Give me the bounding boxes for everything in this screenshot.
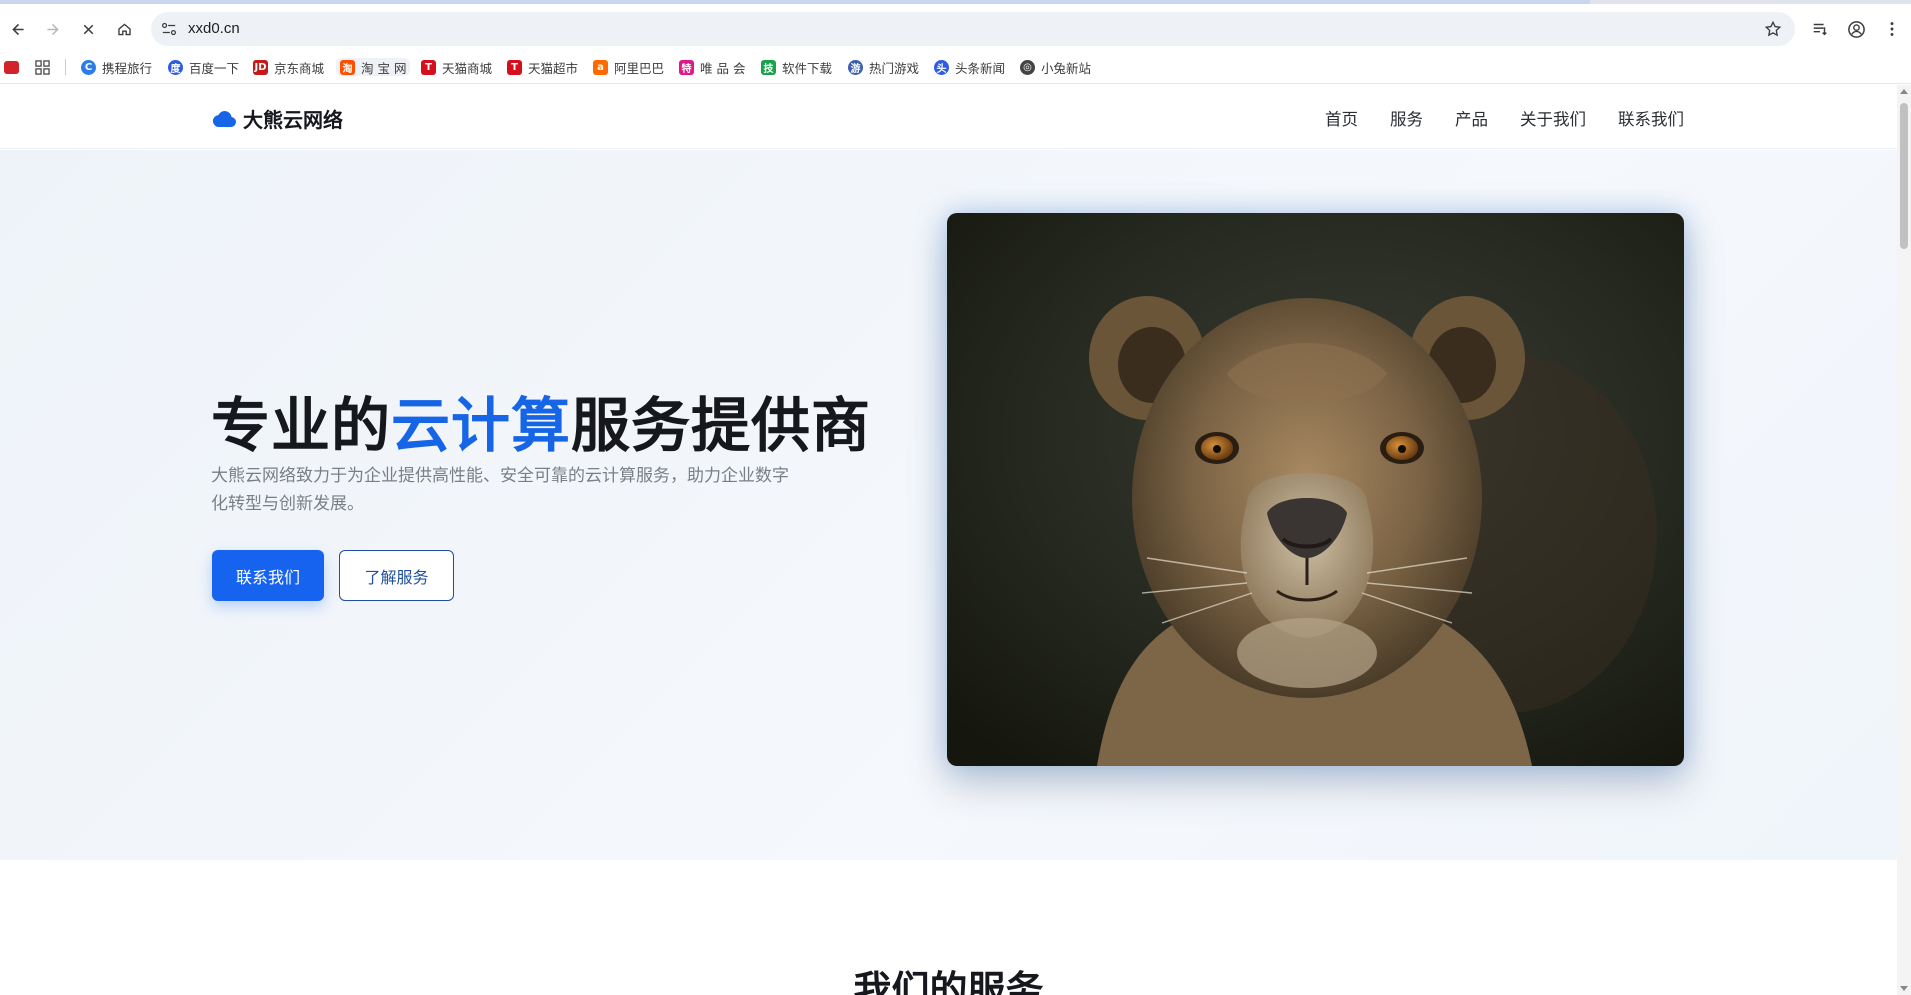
bookmark-label: 阿里巴巴: [614, 60, 665, 76]
nav-home[interactable]: 首页: [1325, 106, 1358, 130]
scroll-up-arrow-icon[interactable]: [1900, 89, 1908, 94]
bookmark-xiaotu[interactable]: ◎ 小兔新站: [1020, 58, 1091, 76]
web-page: 大熊云网络 首页 服务 产品 关于我们 联系我们 专业的云计算服务提供商 大熊云…: [0, 85, 1897, 995]
jd-icon: JD: [253, 59, 268, 75]
brand-name: 大熊云网络: [243, 108, 343, 132]
bookmark-star-icon[interactable]: [1763, 19, 1783, 39]
vip-icon: 特: [679, 59, 694, 75]
hero-description: 大熊云网络致力于为企业提供高性能、安全可靠的云计算服务，助力企业数字化转型与创新…: [211, 466, 789, 514]
bookmark-label: 百度一下: [189, 60, 240, 76]
menu-dots-icon[interactable]: [1880, 17, 1904, 41]
bookmark-label: 软件下载: [782, 60, 833, 76]
bookmark-alibaba[interactable]: a 阿里巴巴: [593, 58, 664, 76]
bookmark-label: 唯 品 会: [700, 60, 746, 76]
ctrip-icon: C: [81, 59, 96, 75]
bookmark-label: 天猫商城: [442, 60, 493, 76]
bookmarks-bar: C 携程旅行 度百度一下 JD 京东商城 淘淘 宝 网 T 天猫商城 T 天猫超市 a阿…: [0, 50, 1911, 84]
hero-title-prefix: 专业的: [211, 391, 392, 460]
bookmark-label: 淘 宝 网: [361, 60, 407, 76]
globe-icon: ◎: [1020, 59, 1035, 75]
learn-services-button[interactable]: 了解服务: [339, 550, 454, 601]
nav-products[interactable]: 产品: [1455, 106, 1488, 130]
main-nav: 首页 服务 产品 关于我们 联系我们: [1293, 106, 1684, 130]
bookmark-label: 热门游戏: [869, 60, 920, 76]
bookmark-jd[interactable]: JD 京东商城: [253, 58, 324, 76]
news-icon: 头: [934, 59, 949, 75]
bookmark-tmall[interactable]: T 天猫商城: [421, 58, 492, 76]
hero-title-highlight: 云计算: [391, 391, 572, 460]
bookmark-vip[interactable]: 特唯 品 会: [679, 58, 745, 76]
nav-about[interactable]: 关于我们: [1520, 106, 1586, 130]
taobao-icon: 淘: [340, 59, 355, 75]
cloud-icon: [212, 110, 236, 127]
baidu-icon: 度: [168, 59, 183, 75]
hero-title: 专业的云计算服务提供商: [211, 378, 871, 463]
nav-services[interactable]: 服务: [1390, 106, 1423, 130]
bookmark-label: 京东商城: [274, 60, 325, 76]
services-heading: 我们的服务: [853, 968, 1044, 995]
profile-icon[interactable]: [1844, 17, 1868, 41]
nav-contact[interactable]: 联系我们: [1618, 106, 1684, 130]
hero-section: 专业的云计算服务提供商 大熊云网络致力于为企业提供高性能、安全可靠的云计算服务，…: [0, 150, 1897, 860]
alibaba-icon: a: [593, 59, 608, 75]
reading-list-icon[interactable]: [1808, 17, 1832, 41]
bookmark-tmall-market[interactable]: T 天猫超市: [507, 58, 578, 76]
site-info-icon[interactable]: [159, 20, 179, 38]
home-button[interactable]: [110, 15, 138, 43]
site-logo[interactable]: 大熊云网络: [211, 104, 343, 133]
arrow-right-icon: [46, 23, 59, 35]
bookmark-label: 头条新闻: [955, 60, 1006, 76]
stop-button[interactable]: [74, 15, 102, 43]
bookmark-ctrip[interactable]: C 携程旅行: [81, 58, 152, 76]
bookmark-games[interactable]: 游热门游戏: [848, 58, 919, 76]
browser-toolbar: xxd0.cn: [0, 4, 1911, 50]
bookmark-label: 小兔新站: [1041, 60, 1092, 76]
url-text[interactable]: xxd0.cn: [188, 20, 240, 37]
bookmark-label: 天猫超市: [528, 60, 579, 76]
apps-grid-icon[interactable]: [35, 58, 50, 76]
game-icon: 游: [848, 59, 863, 75]
bookmarks-separator: [65, 59, 66, 75]
tmall-market-icon: T: [507, 59, 522, 75]
bookmark-baidu[interactable]: 度百度一下: [168, 58, 239, 76]
bookmark-news[interactable]: 头头条新闻: [934, 58, 1005, 76]
bookmark-taobao[interactable]: 淘淘 宝 网: [336, 58, 411, 76]
forward-button[interactable]: [38, 15, 66, 43]
scroll-down-arrow-icon[interactable]: [1900, 986, 1908, 991]
lioness-photo: [947, 213, 1684, 766]
address-bar[interactable]: xxd0.cn: [151, 12, 1795, 46]
bookmark-label: 携程旅行: [102, 60, 153, 76]
back-button[interactable]: [4, 15, 32, 43]
software-icon: 技: [761, 59, 776, 75]
arrow-left-icon: [11, 23, 24, 35]
site-header: 大熊云网络 首页 服务 产品 关于我们 联系我们: [0, 85, 1897, 149]
hero-lioness-image: [947, 213, 1684, 766]
extension-icon[interactable]: [4, 58, 19, 76]
scrollbar-thumb[interactable]: [1900, 103, 1908, 249]
hero-title-suffix: 服务提供商: [571, 391, 872, 460]
home-icon: [117, 23, 131, 35]
tmall-icon: T: [421, 59, 436, 75]
page-scrollbar[interactable]: [1897, 85, 1911, 995]
contact-us-button[interactable]: 联系我们: [212, 550, 324, 601]
bookmark-software[interactable]: 技软件下载: [761, 58, 832, 76]
close-icon: [83, 24, 93, 34]
